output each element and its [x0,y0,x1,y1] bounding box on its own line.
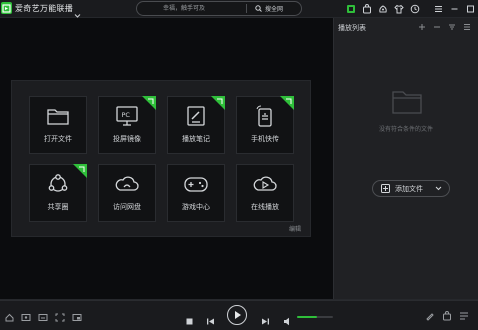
subtitle-icon[interactable] [36,311,50,323]
window-controls [430,2,478,15]
tile-label: 打开文件 [44,135,72,143]
play-button[interactable] [227,305,247,325]
tile-phone-transfer[interactable]: 手机快传 [236,96,294,154]
cloud-icon [99,172,155,196]
volume-icon[interactable] [283,311,293,330]
player-controls [0,299,478,330]
menu-icon[interactable] [430,2,446,15]
bag-icon[interactable] [359,2,375,15]
bag-icon[interactable] [440,310,454,322]
add-file-icon [381,184,390,193]
search-box: 搜全网 [136,1,302,16]
skin-icon[interactable] [375,2,391,15]
playlist-toggle-icon[interactable] [457,310,471,322]
title-bar: 爱奇艺万能联播 搜全网 [0,0,478,18]
tile-label: 在线播放 [251,203,279,211]
search-input[interactable] [138,3,245,14]
video-area[interactable]: 打开文件 PC 投屏镜像 播放笔记 手机快传 共享圈 访问网盘 游戏中心 在线播… [0,18,333,299]
previous-icon[interactable] [206,311,215,330]
seek-bar[interactable] [0,300,478,301]
left-tools [2,311,84,323]
volume-slider[interactable] [297,316,333,318]
empty-folder-icon [391,89,423,119]
add-file-button[interactable]: 添加文件 [372,180,450,197]
new-badge-icon [142,96,156,110]
folder-icon [30,104,86,128]
player-window: 爱奇艺万能联播 搜全网 [0,0,478,330]
toolbar-icons [343,2,423,15]
volume-level [297,316,317,318]
playlist-title: 播放列表 [338,24,366,32]
gamepad-icon [168,172,224,196]
search-all-label: 搜全网 [265,6,284,13]
search-icon [255,5,262,12]
new-badge-icon [280,96,294,110]
empty-playlist-text: 没有符合条件的文件 [378,126,433,133]
new-badge-icon [211,96,225,110]
remove-icon[interactable] [431,21,443,33]
screenshot-icon[interactable] [19,311,33,323]
tile-share-circle[interactable]: 共享圈 [29,164,87,222]
add-file-label: 添加文件 [395,184,423,193]
sort-icon[interactable] [446,21,458,33]
maximize-icon[interactable] [462,2,478,15]
brush-icon[interactable] [423,310,437,322]
tile-label: 共享圈 [47,203,69,211]
app-logo-icon [1,2,12,14]
tile-cloud-drive[interactable]: 访问网盘 [98,164,156,222]
tile-label: 手机快传 [251,135,279,143]
tile-label: 游戏中心 [182,203,210,211]
tile-label: 播放笔记 [182,135,210,143]
tile-game-center[interactable]: 游戏中心 [167,164,225,222]
playlist-actions [416,21,473,33]
new-badge-icon [73,164,87,178]
chevron-down-icon[interactable] [435,186,442,191]
search-divider [246,4,247,13]
screen-record-icon[interactable] [343,2,359,15]
add-icon[interactable] [416,21,428,33]
quick-actions-panel: 打开文件 PC 投屏镜像 播放笔记 手机快传 共享圈 访问网盘 游戏中心 在线播… [11,80,311,237]
clock-icon[interactable] [407,2,423,15]
tile-play-notes[interactable]: 播放笔记 [167,96,225,154]
shirt-icon[interactable] [391,2,407,15]
online-play-icon [237,172,293,196]
tile-label: 投屏镜像 [113,135,141,143]
tile-screen-mirror[interactable]: PC 投屏镜像 [98,96,156,154]
edit-link[interactable]: 编辑 [289,224,301,233]
mini-mode-icon[interactable] [70,311,84,323]
home-icon[interactable] [2,311,16,323]
next-icon[interactable] [261,311,270,330]
svg-text:PC: PC [122,111,131,119]
play-icon [234,311,241,319]
tile-label: 访问网盘 [113,203,141,211]
right-tools [423,310,471,322]
search-all-button[interactable]: 搜全网 [249,2,299,15]
stop-icon[interactable] [185,311,194,330]
playlist-sidebar: 播放列表 没有符合条件的文件 添加文件 [333,18,478,299]
app-title: 爱奇艺万能联播 [15,4,74,13]
fullscreen-icon[interactable] [53,311,67,323]
tile-open-file[interactable]: 打开文件 [29,96,87,154]
minimize-icon[interactable] [446,2,462,15]
tile-online-play[interactable]: 在线播放 [236,164,294,222]
playlist-menu-icon[interactable] [461,21,473,33]
